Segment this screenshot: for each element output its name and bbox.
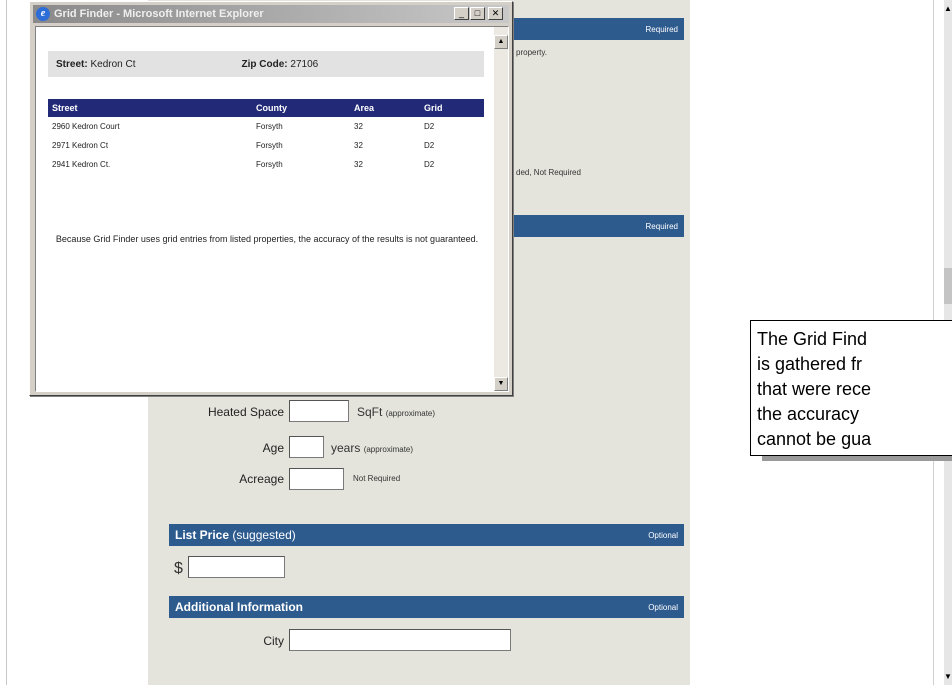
area-cell: 32: [354, 160, 363, 169]
years-unit: years: [331, 441, 361, 455]
table-row: 2941 Kedron Ct. Forsyth 32 D2: [48, 155, 484, 174]
table-row: 2971 Kedron Ct Forsyth 32 D2: [48, 136, 484, 155]
grid-cell: D2: [424, 122, 435, 131]
county-cell: Forsyth: [256, 122, 283, 131]
annotation-callout: The Grid Find is gathered fr that were r…: [750, 320, 952, 456]
street-value: Kedron Ct: [90, 58, 136, 70]
not-required-note: ded, Not Required: [516, 168, 581, 177]
heated-space-label: Heated Space: [207, 405, 284, 419]
area-cell: 32: [354, 122, 363, 131]
street-cell: 2971 Kedron Ct: [52, 141, 109, 150]
zip-label: Zip Code:: [241, 58, 288, 70]
accuracy-disclaimer: Because Grid Finder uses grid entries fr…: [55, 234, 479, 244]
age-label: Age: [262, 441, 284, 455]
callout-line: cannot be gua: [757, 429, 872, 449]
approximate-hint: (approximate): [385, 409, 436, 418]
optional-tag: Optional: [648, 602, 678, 612]
callout-shadow: [762, 456, 952, 461]
list-price-input[interactable]: [188, 556, 285, 578]
scroll-up-icon[interactable]: ▲: [944, 4, 952, 14]
heated-space-input[interactable]: [289, 400, 349, 422]
column-header: Street: [48, 99, 252, 117]
page-left-border: [0, 0, 7, 685]
minimize-button[interactable]: _: [454, 7, 469, 20]
column-header: Grid: [420, 99, 484, 117]
additional-info-title-bar: Additional Information Optional: [169, 596, 684, 618]
zip-value: 27106: [290, 58, 319, 70]
street-cell: 2960 Kedron Court: [52, 122, 120, 131]
column-header: County: [252, 99, 350, 117]
age-input[interactable]: [289, 436, 324, 458]
city-label: City: [263, 634, 284, 648]
scroll-up-icon[interactable]: ▲: [494, 35, 508, 49]
popup-scrollbar[interactable]: ▲ ▼: [494, 27, 508, 391]
callout-line: is gathered fr: [757, 354, 863, 374]
section-1-text: property.: [516, 48, 547, 57]
scroll-down-icon[interactable]: ▼: [944, 672, 952, 682]
callout-line: The Grid Find: [757, 329, 868, 349]
list-price-title: List Price: [175, 528, 230, 542]
grid-cell: D2: [424, 141, 435, 150]
acreage-input[interactable]: [289, 468, 344, 490]
section-required-tag: Required: [645, 24, 678, 34]
table-row: 2960 Kedron Court Forsyth 32 D2: [48, 117, 484, 136]
grid-finder-window[interactable]: e Grid Finder - Microsoft Internet Explo…: [29, 1, 513, 396]
heated-space-unit: SqFt (approximate): [357, 405, 435, 419]
acreage-hint: Not Required: [353, 474, 401, 483]
maximize-button[interactable]: □: [470, 7, 485, 20]
street-label: Street:: [56, 58, 88, 70]
optional-tag: Optional: [648, 530, 678, 540]
results-table: Street County Area Grid 2960 Kedron Cour…: [48, 99, 484, 174]
address-summary: Street: Kedron Ct Zip Code: 27106: [48, 51, 484, 77]
age-unit: years (approximate): [331, 441, 413, 455]
close-button[interactable]: ✕: [488, 7, 503, 20]
county-cell: Forsyth: [256, 141, 283, 150]
approximate-hint: (approximate): [363, 445, 414, 454]
page-scrollbar-thumb[interactable]: [944, 268, 952, 304]
city-input[interactable]: [289, 629, 511, 651]
popup-content: Street: Kedron Ct Zip Code: 27106 Street…: [35, 26, 509, 392]
sqft-unit: SqFt: [357, 405, 383, 419]
additional-info-title: Additional Information: [175, 600, 303, 614]
list-price-header: List Price (suggested) Optional: [169, 524, 684, 546]
street-cell: 2941 Kedron Ct.: [52, 160, 111, 169]
list-price-subtitle: (suggested): [232, 528, 296, 542]
scroll-down-icon[interactable]: ▼: [494, 377, 508, 391]
acreage-label: Acreage: [239, 472, 284, 486]
callout-line: that were rece: [757, 379, 872, 399]
ie-icon: e: [36, 7, 50, 21]
callout-line: the accuracy: [757, 404, 860, 424]
column-header: Area: [350, 99, 420, 117]
currency-symbol: $: [174, 560, 183, 577]
title-bar[interactable]: e Grid Finder - Microsoft Internet Explo…: [33, 5, 509, 23]
section-required-tag: Required: [645, 221, 678, 231]
grid-cell: D2: [424, 160, 435, 169]
area-cell: 32: [354, 141, 363, 150]
county-cell: Forsyth: [256, 160, 283, 169]
window-title: Grid Finder - Microsoft Internet Explore…: [54, 8, 264, 20]
